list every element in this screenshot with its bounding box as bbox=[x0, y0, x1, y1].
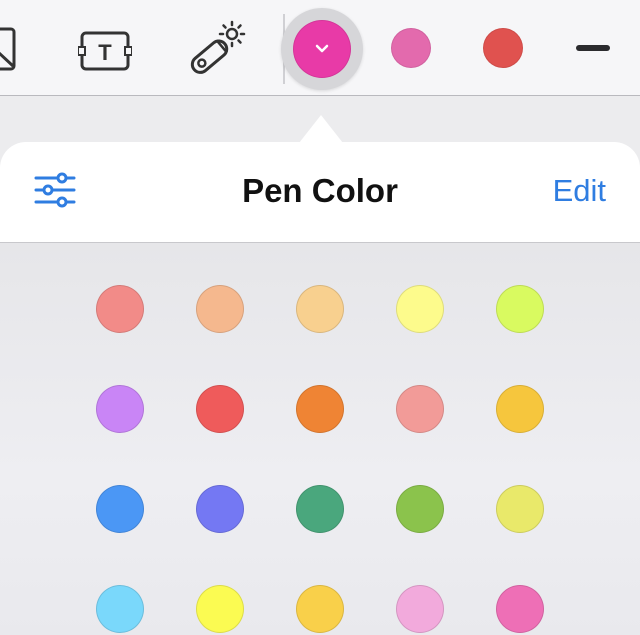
recent-color-swatch[interactable] bbox=[391, 28, 431, 68]
color-swatch[interactable] bbox=[296, 285, 344, 333]
color-swatch[interactable] bbox=[196, 585, 244, 633]
color-swatch[interactable] bbox=[296, 585, 344, 633]
color-swatch[interactable] bbox=[196, 285, 244, 333]
color-swatch[interactable] bbox=[496, 585, 544, 633]
color-swatch[interactable] bbox=[296, 485, 344, 533]
color-swatch[interactable] bbox=[96, 585, 144, 633]
pen-color-header: Pen Color Edit bbox=[0, 142, 640, 243]
color-swatch[interactable] bbox=[396, 585, 444, 633]
chevron-down-icon bbox=[315, 44, 329, 53]
edit-button[interactable]: Edit bbox=[553, 173, 606, 209]
laser-pointer-button[interactable] bbox=[186, 20, 246, 80]
color-swatch[interactable] bbox=[96, 285, 144, 333]
color-swatch[interactable] bbox=[496, 385, 544, 433]
recent-color-swatch[interactable] bbox=[483, 28, 523, 68]
color-swatch[interactable] bbox=[396, 385, 444, 433]
laser-pointer-icon bbox=[190, 20, 246, 74]
panel-title: Pen Color bbox=[242, 172, 398, 209]
color-swatch[interactable] bbox=[396, 285, 444, 333]
color-swatch[interactable] bbox=[496, 285, 544, 333]
image-tool-button[interactable] bbox=[0, 26, 18, 72]
color-palette bbox=[0, 243, 640, 635]
color-swatch[interactable] bbox=[96, 385, 144, 433]
color-swatch[interactable] bbox=[196, 485, 244, 533]
color-swatch[interactable] bbox=[196, 385, 244, 433]
color-swatch[interactable] bbox=[96, 485, 144, 533]
line-width-button[interactable] bbox=[576, 45, 610, 51]
popover-arrow bbox=[299, 115, 343, 143]
toolbar: T bbox=[0, 0, 640, 96]
color-swatch[interactable] bbox=[296, 385, 344, 433]
color-swatch[interactable] bbox=[496, 485, 544, 533]
text-box-icon: T bbox=[78, 31, 132, 71]
selected-color-button[interactable] bbox=[293, 20, 351, 78]
text-box-glyph: T bbox=[98, 40, 112, 65]
color-swatch[interactable] bbox=[396, 485, 444, 533]
text-box-button[interactable]: T bbox=[78, 30, 132, 72]
image-icon bbox=[0, 27, 16, 71]
